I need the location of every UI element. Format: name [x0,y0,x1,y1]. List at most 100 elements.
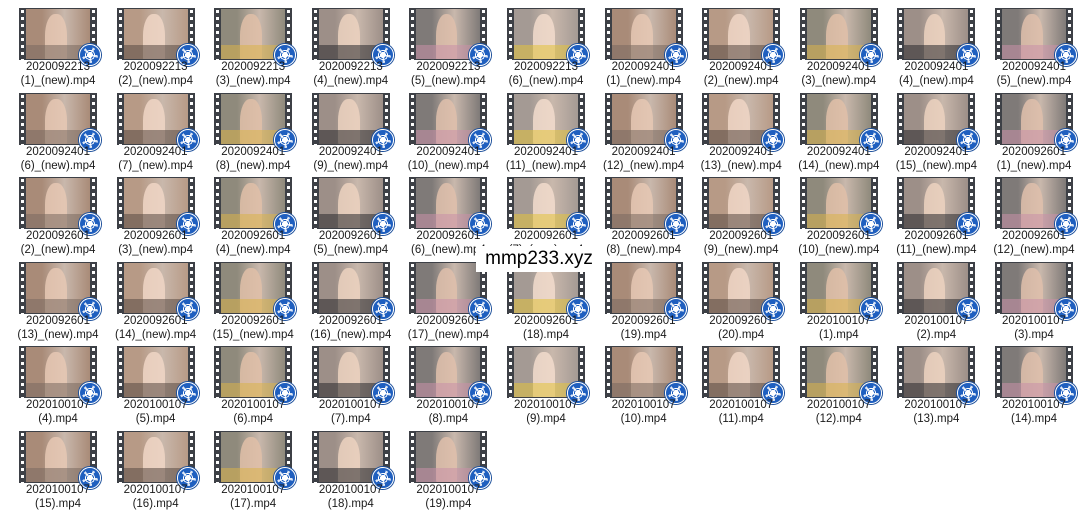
file-item[interactable]: 2020092213 (6)_(new).mp4 [497,4,595,88]
file-item[interactable]: 2020092401 (5)_(new).mp4 [985,4,1080,88]
file-name: 2020092601 (8)_(new).mp4 [593,229,695,257]
file-item[interactable]: 2020092601 (15)_(new).mp4 [204,258,302,342]
file-name: 2020100107 (19).mp4 [397,483,499,511]
file-item[interactable]: 2020092213 (3)_(new).mp4 [204,4,302,88]
file-item[interactable]: 2020092401 (9)_(new).mp4 [302,89,400,173]
file-name: 2020100107 (3).mp4 [983,314,1080,342]
file-item[interactable]: 2020092401 (8)_(new).mp4 [204,89,302,173]
file-item[interactable]: 2020100107 (7).mp4 [302,342,400,426]
file-name-line-2: (14)_(new).mp4 [115,328,197,341]
file-item[interactable]: 2020092601 (14)_(new).mp4 [107,258,205,342]
file-item[interactable]: 2020092601 (12)_(new).mp4 [985,173,1080,257]
file-item[interactable]: 2020100107 (14).mp4 [985,342,1080,426]
file-item[interactable]: 2020100107 (16).mp4 [107,427,205,511]
video-file-icon [897,92,980,151]
file-item[interactable]: 2020100107 (2).mp4 [887,258,985,342]
file-item[interactable]: 2020100107 (15).mp4 [9,427,107,511]
file-name: 2020100107 (12).mp4 [788,398,890,426]
file-name: 2020092601 (16)_(new).mp4 [300,314,402,342]
file-item[interactable]: 2020100107 (5).mp4 [107,342,205,426]
file-item[interactable]: 2020092601 (13)_(new).mp4 [9,258,107,342]
file-item[interactable]: 2020092601 (6)_(new).mp4 [399,173,497,257]
file-name-line-2: (10).mp4 [620,413,667,425]
file-name-line-1: 2020092401 [904,61,969,73]
file-item[interactable]: 2020100107 (1).mp4 [790,258,888,342]
video-file-icon [995,261,1077,320]
video-file-icon [604,346,687,404]
video-file-icon [799,346,882,404]
file-name-line-1: 2020092601 [709,230,774,242]
file-item[interactable]: 2020092401 (13)_(new).mp4 [692,89,790,173]
file-name: 2020100107 (18).mp4 [300,483,402,511]
file-item[interactable]: 2020092601 (1)_(new).mp4 [985,89,1080,173]
file-name-line-1: 2020092601 [318,230,383,242]
file-item[interactable]: 2020100107 (4).mp4 [9,342,107,426]
file-item[interactable]: 2020100107 (11).mp4 [692,342,790,426]
file-item[interactable]: 2020092401 (2)_(new).mp4 [692,4,790,88]
file-name-line-2: (9)_(new).mp4 [313,159,389,172]
file-name-line-1: 2020092401 [1002,61,1066,73]
file-name-line-1: 2020092401 [806,145,871,158]
file-item[interactable]: 2020092601 (19).mp4 [595,258,693,342]
file-item[interactable]: 2020092601 (4)_(new).mp4 [204,173,302,257]
file-item[interactable]: 2020092601 (16)_(new).mp4 [302,258,400,342]
file-item[interactable]: 2020092401 (6)_(new).mp4 [9,89,107,173]
file-name-line-2: (1)_(new).mp4 [996,159,1072,172]
file-item[interactable]: 2020092601 (11)_(new).mp4 [887,173,985,257]
file-item[interactable]: 2020092601 (2)_(new).mp4 [9,173,107,257]
file-item[interactable]: 2020100107 (3).mp4 [985,258,1080,342]
file-name: 2020092601 (18).mp4 [495,314,597,342]
video-file-icon [116,8,199,66]
file-name-line-1: 2020092213 [221,61,286,73]
file-item[interactable]: 2020092601 (9)_(new).mp4 [692,173,790,257]
file-name-line-1: 2020092601 [318,314,383,327]
file-item[interactable]: 2020100107 (10).mp4 [595,342,693,426]
file-name: 2020092601 (10)_(new).mp4 [788,229,890,257]
file-item[interactable]: 2020100107 (13).mp4 [887,342,985,426]
file-item[interactable]: 2020092213 (1)_(new).mp4 [9,4,107,88]
file-name-line-1: 2020092401 [221,145,286,158]
file-name-line-1: 2020092601 [514,230,578,242]
file-name-line-1: 2020092401 [514,145,578,158]
file-item[interactable]: 2020092401 (11)_(new).mp4 [497,89,595,173]
file-item[interactable]: 2020092401 (7)_(new).mp4 [107,89,205,173]
file-name-line-2: (1)_(new).mp4 [20,75,96,87]
file-item[interactable]: 2020092401 (10)_(new).mp4 [399,89,497,173]
file-item[interactable]: 2020092401 (4)_(new).mp4 [887,4,985,88]
file-item[interactable]: 2020092601 (3)_(new).mp4 [107,173,205,257]
file-name-line-1: 2020092601 [904,230,969,242]
file-name: 2020092401 (7)_(new).mp4 [105,145,207,173]
file-name-line-2: (6)_(new).mp4 [20,159,96,172]
file-item[interactable]: 2020100107 (6).mp4 [204,342,302,426]
file-item[interactable]: 2020092401 (3)_(new).mp4 [790,4,888,88]
file-item[interactable]: 2020092601 (8)_(new).mp4 [595,173,693,257]
file-item[interactable]: 2020092601 (5)_(new).mp4 [302,173,400,257]
file-item[interactable]: 2020100107 (19).mp4 [399,427,497,511]
file-item[interactable]: 2020092213 (2)_(new).mp4 [107,4,205,88]
video-file-icon [311,346,394,404]
file-name: 2020092401 (10)_(new).mp4 [397,145,499,173]
file-item[interactable]: 2020092401 (12)_(new).mp4 [595,89,693,173]
file-name-line-2: (11).mp4 [718,413,764,425]
file-item[interactable]: 2020092401 (15)_(new).mp4 [887,89,985,173]
file-name-line-2: (5).mp4 [135,413,176,425]
video-file-icon [19,430,101,489]
file-name: 2020100107 (5).mp4 [105,398,207,426]
file-item[interactable]: 2020100107 (18).mp4 [302,427,400,511]
file-item[interactable]: 2020092213 (4)_(new).mp4 [302,4,400,88]
file-name: 2020100107 (6).mp4 [202,398,304,426]
file-item[interactable]: 2020092601 (10)_(new).mp4 [790,173,888,257]
video-file-icon [214,92,297,151]
file-item[interactable]: 2020092401 (14)_(new).mp4 [790,89,888,173]
file-name-line-2: (14)_(new).mp4 [798,159,880,172]
file-item[interactable]: 2020100107 (17).mp4 [204,427,302,511]
file-item[interactable]: 2020092213 (5)_(new).mp4 [399,4,497,88]
file-item[interactable]: 2020092601 (20).mp4 [692,258,790,342]
file-item[interactable]: 2020100107 (9).mp4 [497,342,595,426]
file-item[interactable]: 2020100107 (12).mp4 [790,342,888,426]
file-item[interactable]: 2020092601(7)_(new).mp4 [497,173,595,257]
file-name-line-2: (4)_(new).mp4 [313,75,389,87]
file-item[interactable]: 2020100107 (8).mp4 [399,342,497,426]
file-name-line-1: 2020100107 [318,483,383,496]
file-item[interactable]: 2020092401 (1)_(new).mp4 [595,4,693,88]
